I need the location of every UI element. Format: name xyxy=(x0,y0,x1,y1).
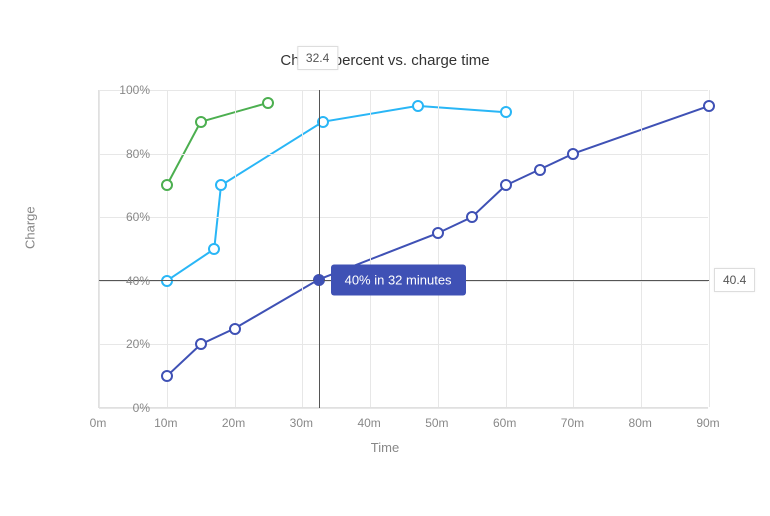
y-axis-label: Charge xyxy=(23,206,38,249)
grid-line xyxy=(506,90,507,407)
chart-container: Charge percent vs. charge time Charge Ti… xyxy=(0,0,770,516)
series-line xyxy=(167,103,269,186)
grid-line xyxy=(99,217,708,218)
grid-line xyxy=(302,90,303,407)
data-point[interactable] xyxy=(208,243,220,255)
crosshair-vertical xyxy=(319,90,320,408)
x-tick-label: 30m xyxy=(281,416,321,430)
data-point[interactable] xyxy=(567,148,579,160)
crosshair-x-chip: 32.4 xyxy=(297,46,338,70)
data-point[interactable] xyxy=(195,338,207,350)
y-tick-label: 60% xyxy=(100,210,150,224)
grid-line xyxy=(709,90,710,407)
y-tick-label: 80% xyxy=(100,147,150,161)
y-tick-label: 20% xyxy=(100,337,150,351)
data-point[interactable] xyxy=(161,370,173,382)
data-point[interactable] xyxy=(466,211,478,223)
x-tick-label: 50m xyxy=(417,416,457,430)
grid-line xyxy=(573,90,574,407)
data-point[interactable] xyxy=(161,179,173,191)
data-point[interactable] xyxy=(195,116,207,128)
x-tick-label: 10m xyxy=(146,416,186,430)
plot-area[interactable]: 40% in 32 minutes xyxy=(98,90,708,408)
grid-line xyxy=(99,90,708,91)
grid-line xyxy=(235,90,236,407)
data-point[interactable] xyxy=(534,164,546,176)
x-tick-label: 20m xyxy=(214,416,254,430)
x-tick-label: 60m xyxy=(485,416,525,430)
data-point[interactable] xyxy=(412,100,424,112)
grid-line xyxy=(99,344,708,345)
x-tick-label: 0m xyxy=(78,416,118,430)
data-point[interactable] xyxy=(215,179,227,191)
data-point[interactable] xyxy=(432,227,444,239)
tooltip-callout: 40% in 32 minutes xyxy=(331,264,466,295)
x-tick-label: 90m xyxy=(688,416,728,430)
data-point[interactable] xyxy=(500,179,512,191)
grid-line xyxy=(641,90,642,407)
grid-line xyxy=(438,90,439,407)
x-tick-label: 80m xyxy=(620,416,660,430)
grid-line xyxy=(99,154,708,155)
crosshair-point[interactable] xyxy=(314,275,324,285)
data-point[interactable] xyxy=(229,323,241,335)
y-tick-label: 100% xyxy=(100,83,150,97)
y-tick-label: 0% xyxy=(100,401,150,415)
data-point[interactable] xyxy=(161,275,173,287)
data-point[interactable] xyxy=(500,106,512,118)
y-tick-label: 40% xyxy=(100,274,150,288)
crosshair-y-chip: 40.4 xyxy=(714,268,755,292)
data-point[interactable] xyxy=(262,97,274,109)
x-tick-label: 40m xyxy=(349,416,389,430)
grid-line xyxy=(167,90,168,407)
grid-line xyxy=(99,408,708,409)
grid-line xyxy=(99,90,100,407)
chart-title: Charge percent vs. charge time xyxy=(0,52,770,69)
series-line xyxy=(167,106,506,281)
x-tick-label: 70m xyxy=(552,416,592,430)
grid-line xyxy=(370,90,371,407)
x-axis-label: Time xyxy=(0,440,770,455)
data-point[interactable] xyxy=(703,100,715,112)
